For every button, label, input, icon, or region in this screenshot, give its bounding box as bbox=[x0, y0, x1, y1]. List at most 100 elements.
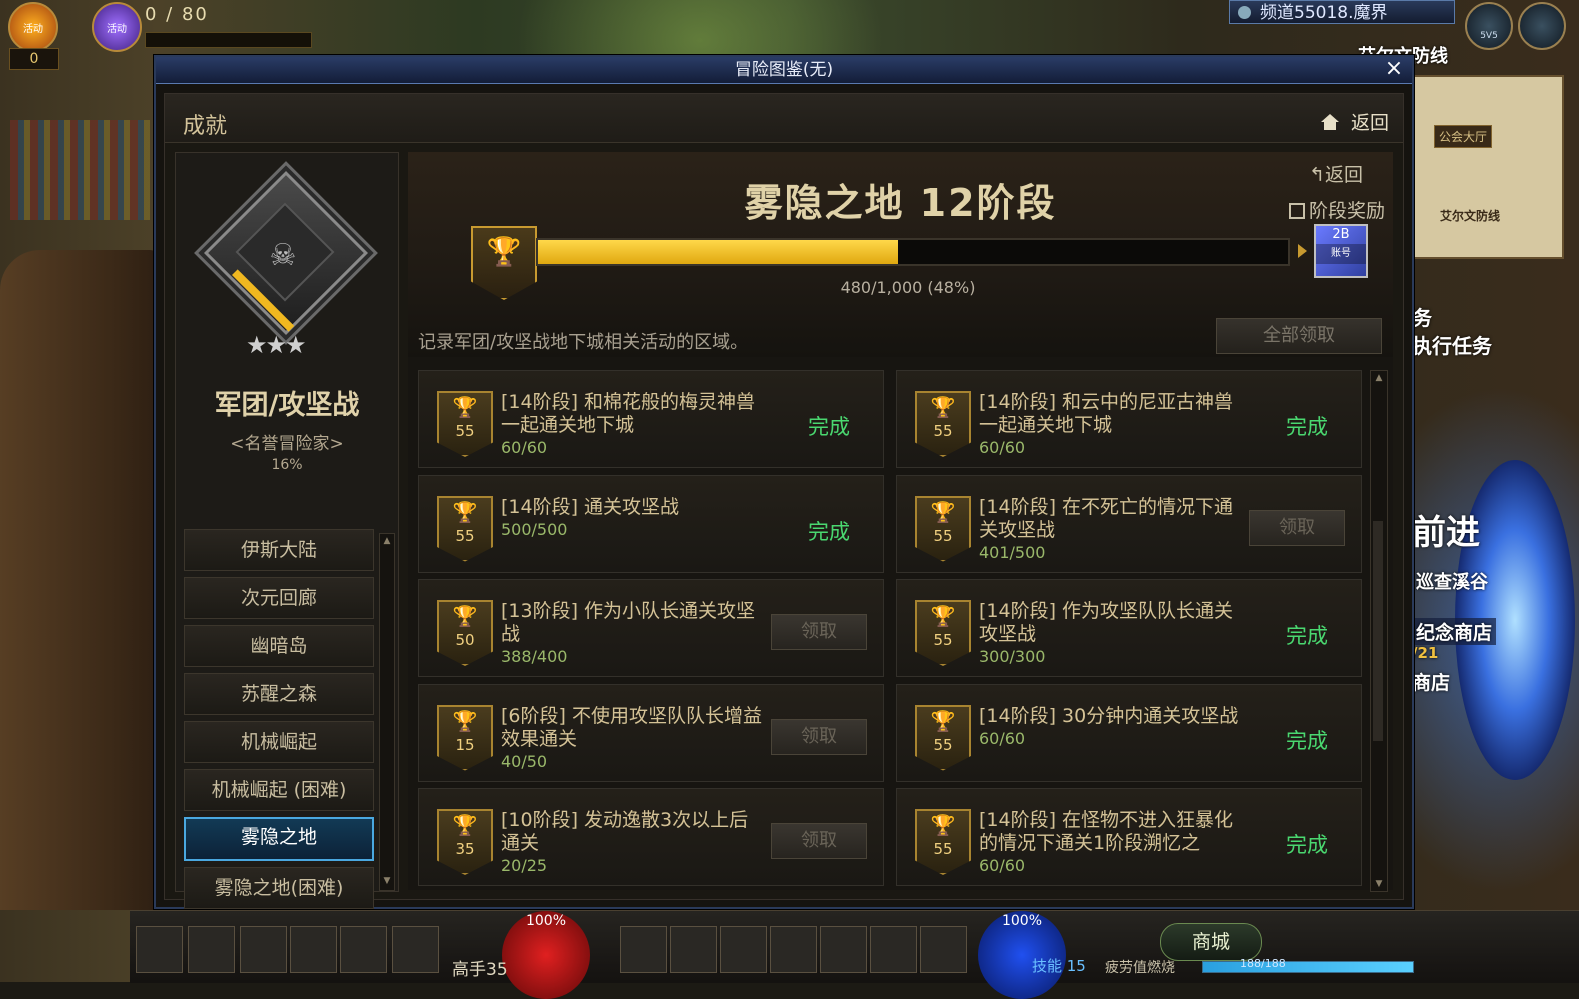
nav-scroll-track[interactable] bbox=[380, 548, 394, 874]
hotbar-slot[interactable] bbox=[620, 926, 667, 973]
trophy-icon: 🏆 bbox=[452, 395, 478, 419]
claim-all-button[interactable]: 全部领取 bbox=[1216, 318, 1382, 354]
back-button-top[interactable]: 返回 bbox=[1320, 108, 1389, 135]
achievement-title: [14阶段] 和云中的尼亚古神兽一起通关地下城 bbox=[979, 391, 1234, 436]
achievement-progress: 500/500 bbox=[501, 519, 568, 539]
demon-skull-icon: ☠ bbox=[269, 238, 297, 273]
hotbar-slot[interactable] bbox=[340, 926, 387, 973]
claim-button[interactable]: 领取 bbox=[771, 718, 867, 755]
achievement-progress: 20/25 bbox=[501, 856, 548, 875]
nav-item-selected[interactable]: 雾隐之地 bbox=[184, 817, 374, 861]
achievement-grid: 🏆 55 [14阶段] 和棉花般的梅灵神兽一起通关地下城 60/60 完成 🏆 55 [14阶… bbox=[418, 370, 1366, 890]
codex-body: 成就 返回 ☠ ★★★ 军团/攻坚战 <名誉冒险家> 16% 伊斯大陆 次元回廊… bbox=[164, 93, 1404, 909]
achievement-scrollbar[interactable]: ▲ ▼ bbox=[1370, 370, 1388, 892]
pvp-button[interactable]: 5V5 bbox=[1465, 2, 1513, 50]
hotbar-slot[interactable] bbox=[920, 926, 967, 973]
stage-reward-item[interactable]: 2B 账号 bbox=[1314, 224, 1368, 278]
mall-button[interactable]: 商城 bbox=[1160, 923, 1262, 961]
scroll-up-icon[interactable]: ▲ bbox=[1371, 371, 1387, 385]
trophy-icon: 🏆 bbox=[930, 395, 956, 419]
map-label-town: 艾尔文防线 bbox=[1440, 209, 1501, 223]
window-titlebar[interactable]: 冒险图鉴(无) × bbox=[156, 57, 1412, 84]
compass-icon[interactable] bbox=[1518, 2, 1566, 50]
category-emblem: ☠ ★★★ bbox=[203, 170, 369, 363]
scroll-down-icon[interactable]: ▼ bbox=[1371, 877, 1387, 891]
hotbar-slot[interactable] bbox=[240, 926, 287, 973]
scroll-down-icon[interactable]: ▼ bbox=[380, 874, 394, 888]
nav-item[interactable]: 苏醒之森 bbox=[184, 673, 374, 715]
stage-title: 雾隐之地 12阶段 bbox=[744, 181, 1057, 225]
back-button-stage[interactable]: ↰返回 bbox=[1309, 160, 1363, 187]
map-label-guild: 公会大厅 bbox=[1434, 125, 1493, 148]
category-panel: ☠ ★★★ 军团/攻坚战 <名誉冒险家> 16% 伊斯大陆 次元回廊 幽暗岛 苏… bbox=[175, 152, 399, 909]
minimap[interactable]: 公会大厅 艾尔文防线 bbox=[1410, 75, 1564, 259]
channel-indicator[interactable]: 频道55018.魔界 bbox=[1229, 0, 1455, 24]
achievement-title: [14阶段] 通关攻坚战 bbox=[501, 495, 680, 518]
claim-button[interactable]: 领取 bbox=[771, 823, 867, 859]
scroll-up-icon[interactable]: ▲ bbox=[380, 534, 394, 548]
task-fragment: 务 bbox=[1412, 306, 1432, 330]
hotbar-slot[interactable] bbox=[770, 926, 817, 973]
achievement-progress: 388/400 bbox=[501, 647, 568, 666]
nav-item[interactable]: 机械崛起 bbox=[184, 721, 374, 763]
nav-item[interactable]: 次元回廊 bbox=[184, 577, 374, 619]
hp-orb: 100% bbox=[502, 911, 590, 999]
nav-scrollbar[interactable]: ▲ ▼ bbox=[379, 533, 395, 891]
nav-item[interactable]: 伊斯大陆 bbox=[184, 529, 374, 571]
hotbar-slot[interactable] bbox=[290, 926, 337, 973]
stage-reward-button[interactable]: 阶段奖励 bbox=[1288, 196, 1385, 223]
hotbar-slot[interactable] bbox=[870, 926, 917, 973]
status-complete: 完成 bbox=[808, 415, 850, 439]
hotbar-slot[interactable] bbox=[720, 926, 767, 973]
achievement-points: 55 bbox=[933, 422, 953, 440]
skill-points: 技能 15 bbox=[1032, 957, 1086, 975]
nav-item[interactable]: 幽暗岛 bbox=[184, 625, 374, 667]
event-orb-icon[interactable]: 活动 bbox=[8, 2, 58, 52]
memorial-shop-link[interactable]: 纪念商店 bbox=[1412, 618, 1497, 645]
fatigue-burn-label: 疲劳值燃烧 bbox=[1105, 960, 1175, 976]
category-title: <名誉冒险家> bbox=[230, 434, 344, 454]
achievement-text: [14阶段] 和棉花般的梅灵神兽一起通关地下城 60/60 bbox=[501, 391, 763, 459]
nav-item[interactable]: 雾隐之地(困难) bbox=[184, 867, 374, 909]
close-icon[interactable]: × bbox=[1382, 57, 1406, 83]
gold-count: 0 bbox=[9, 48, 59, 70]
execute-task-link[interactable]: 执行任务 bbox=[1412, 330, 1492, 359]
trophy-shield: 🏆 55 bbox=[915, 391, 971, 457]
status-complete: 完成 bbox=[1286, 728, 1328, 753]
trophy-icon: 🏆 bbox=[486, 235, 522, 268]
hp-text: 100% bbox=[525, 913, 567, 929]
achievement-text: [14阶段] 在不死亡的情况下通关攻坚战 401/500 bbox=[979, 496, 1241, 564]
trophy-shield: 🏆 15 bbox=[437, 704, 493, 771]
achievement-card: 🏆 55 [14阶段] 和棉花般的梅灵神兽一起通关地下城 60/60 完成 bbox=[418, 370, 884, 468]
achievement-text: [14阶段] 在怪物不进入狂暴化的情况下通关1阶段溯忆之 60/60 bbox=[979, 809, 1241, 877]
exp-text: 188/188 bbox=[1240, 957, 1286, 970]
hotbar-slot[interactable] bbox=[136, 926, 183, 973]
category-name: 军团/攻坚战 bbox=[214, 390, 360, 421]
stage-back-label: 返回 bbox=[1324, 164, 1363, 186]
scroll-thumb[interactable] bbox=[1373, 521, 1383, 741]
achievement-title: [14阶段] 作为攻坚队队长通关攻坚战 bbox=[979, 600, 1234, 645]
activity-orb-icon[interactable]: 活动 bbox=[92, 2, 142, 52]
hotbar-slot[interactable] bbox=[670, 926, 717, 973]
region-nav: 伊斯大陆 次元回廊 幽暗岛 苏醒之森 机械崛起 机械崛起 (困难) 雾隐之地 雾… bbox=[184, 529, 374, 915]
nav-item[interactable]: 机械崛起 (困难) bbox=[184, 769, 374, 811]
achievement-text: [10阶段] 发动逸散3次以上后通关 20/25 bbox=[501, 809, 763, 877]
hotbar-slot[interactable] bbox=[820, 926, 867, 973]
claim-button[interactable]: 领取 bbox=[1249, 509, 1345, 546]
section-header: 成就 返回 bbox=[165, 94, 1403, 143]
hotbar-slot[interactable] bbox=[188, 926, 235, 973]
progress-arrow-icon bbox=[1298, 244, 1307, 258]
fatigue-bar bbox=[145, 32, 312, 48]
achievement-points: 15 bbox=[455, 735, 475, 754]
back-label: 返回 bbox=[1350, 112, 1389, 134]
claim-button[interactable]: 领取 bbox=[771, 614, 867, 650]
advance-button[interactable]: 前进 bbox=[1412, 505, 1480, 554]
hotbar-slot[interactable] bbox=[392, 926, 439, 973]
status-complete: 完成 bbox=[1286, 624, 1328, 648]
trophy-shield: 🏆 55 bbox=[915, 704, 971, 771]
achievement-card: 🏆 55 [14阶段] 通关攻坚战 500/500 完成 bbox=[418, 474, 884, 573]
category-percent: 16% bbox=[271, 457, 303, 473]
mp-text: 100% bbox=[1001, 913, 1043, 929]
shop-link[interactable]: 商店 bbox=[1412, 668, 1450, 695]
area-name: 巡查溪谷 bbox=[1416, 572, 1488, 593]
